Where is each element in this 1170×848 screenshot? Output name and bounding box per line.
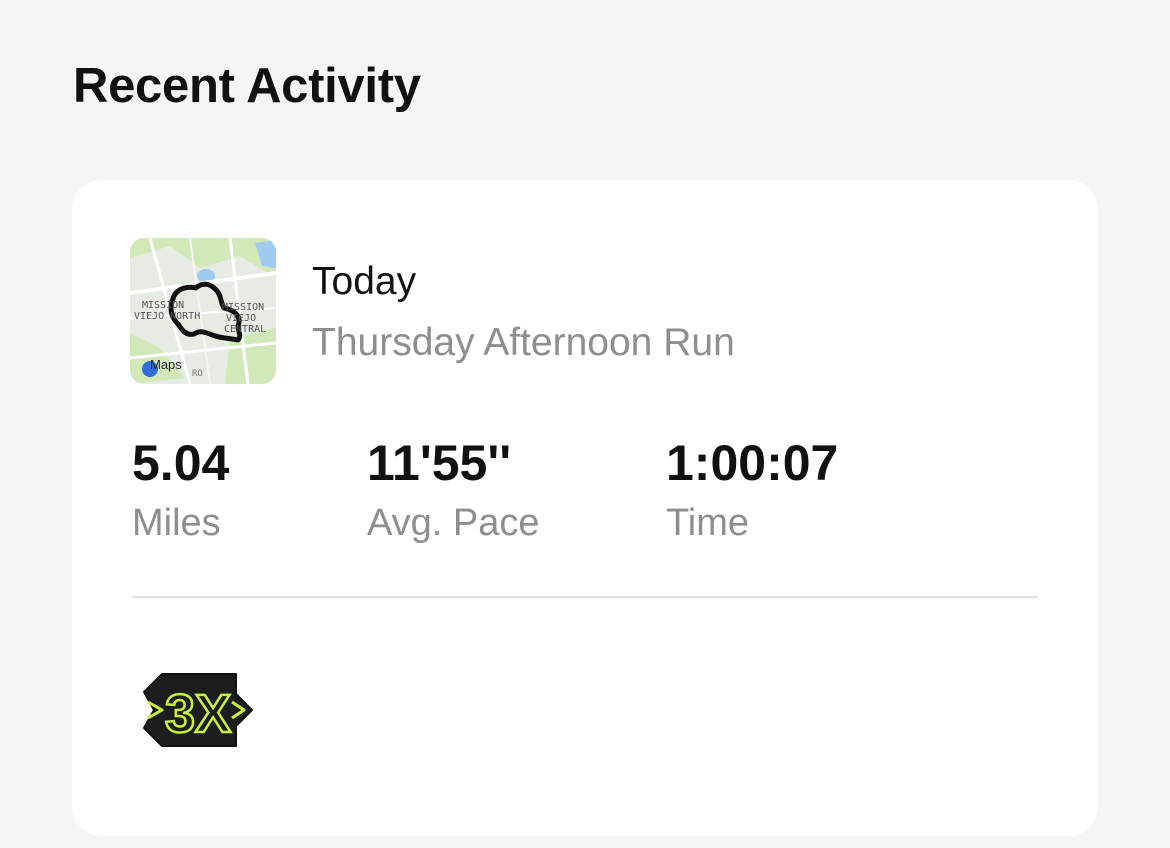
section-title: Recent Activity [73, 59, 421, 113]
map-label: MISSION [142, 300, 184, 311]
stat-time-label: Time [666, 502, 750, 544]
route-map-thumbnail[interactable]: MISSION VIEJO NORTH MISSION VIEJO CENTRA… [130, 238, 276, 384]
map-road-label: RO [192, 369, 203, 379]
streak-badge-text: 3X [165, 684, 231, 744]
maps-attribution: Maps [150, 357, 182, 372]
map-label: VIEJO [226, 313, 256, 324]
map-label: CENTRAL [224, 324, 266, 335]
stat-pace-value: 11'55'' [367, 435, 512, 491]
stat-pace-label: Avg. Pace [367, 502, 540, 544]
stat-distance: 5.04 Miles [132, 436, 229, 544]
map-label: MISSION [222, 302, 264, 313]
activity-card[interactable]: MISSION VIEJO NORTH MISSION VIEJO CENTRA… [72, 180, 1098, 836]
streak-badge-icon: 3X [143, 673, 253, 747]
streak-badge[interactable]: 3X [140, 670, 254, 750]
route-map-icon: MISSION VIEJO NORTH MISSION VIEJO CENTRA… [130, 238, 276, 384]
stat-distance-value: 5.04 [132, 435, 230, 491]
stat-pace: 11'55'' Avg. Pace [367, 436, 540, 544]
divider [132, 596, 1038, 598]
stat-distance-label: Miles [132, 502, 221, 544]
map-label: VIEJO NORTH [134, 311, 200, 322]
stat-time: 1:00:07 Time [666, 436, 838, 544]
activity-date: Today [312, 260, 417, 303]
stat-time-value: 1:00:07 [666, 435, 839, 491]
activity-name: Thursday Afternoon Run [312, 321, 735, 364]
page: Recent Activity MISSION VIEJO NORTH MISS… [0, 0, 1170, 848]
